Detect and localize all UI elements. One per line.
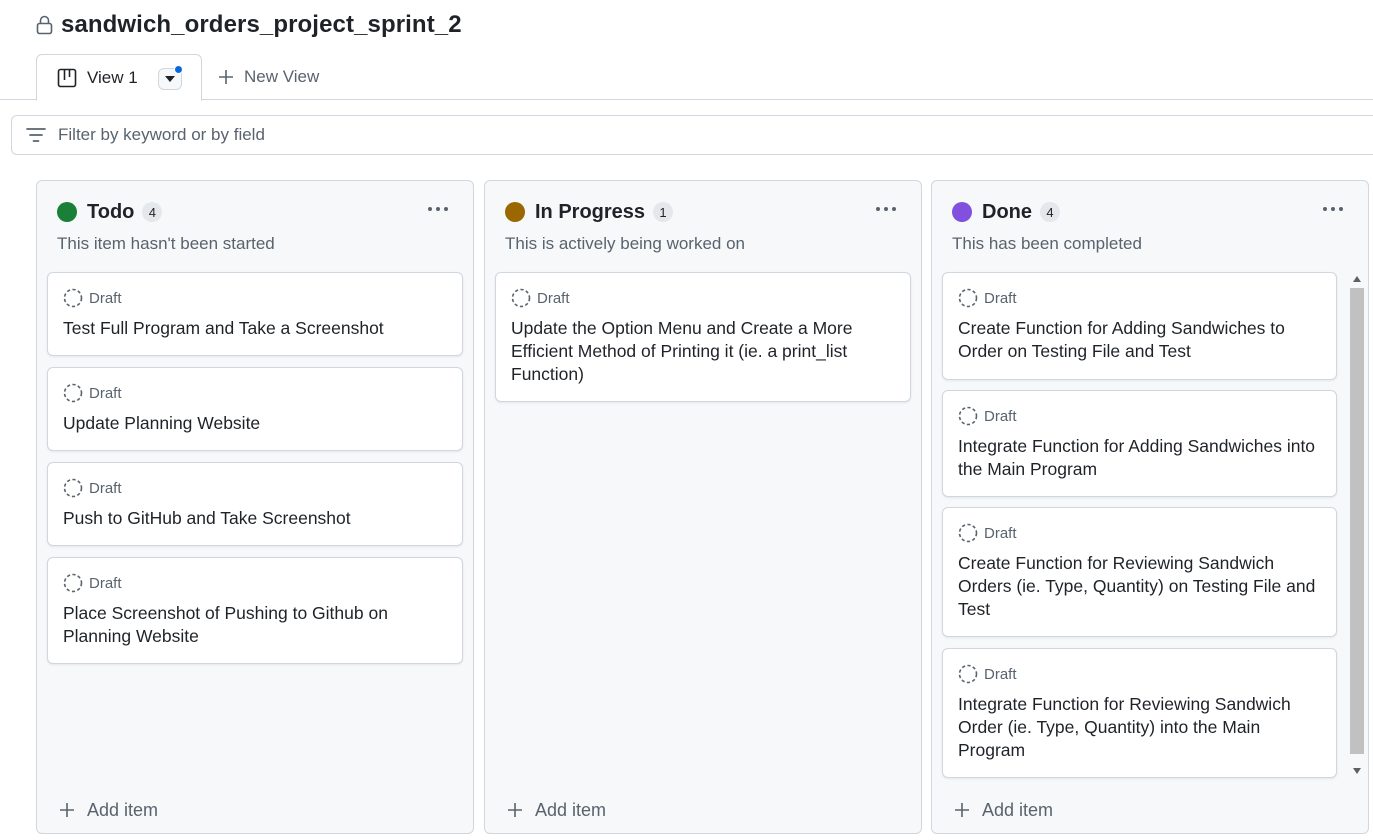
item-card[interactable]: Draft Push to GitHub and Take Screenshot bbox=[47, 462, 463, 546]
plus-icon bbox=[60, 803, 74, 817]
draft-status: Draft bbox=[63, 477, 447, 499]
column-more-button[interactable] bbox=[425, 199, 451, 219]
item-card[interactable]: Draft Update the Option Menu and Create … bbox=[495, 272, 911, 402]
item-card[interactable]: Draft Create Function for Reviewing Sand… bbox=[942, 507, 1337, 637]
draft-status: Draft bbox=[958, 522, 1321, 544]
draft-label: Draft bbox=[984, 665, 1017, 683]
column-in-progress: In Progress 1 This is actively being wor… bbox=[484, 180, 922, 834]
draft-label: Draft bbox=[984, 524, 1017, 542]
draft-status: Draft bbox=[63, 287, 447, 309]
status-dot-in-progress bbox=[505, 202, 525, 222]
item-card[interactable]: Draft Create Function for Adding Sandwic… bbox=[942, 272, 1337, 380]
add-item-button[interactable]: Add item bbox=[507, 797, 606, 823]
draft-status: Draft bbox=[63, 572, 447, 594]
card-title[interactable]: Update the Option Menu and Create a More… bbox=[511, 317, 895, 386]
scroll-down-arrow-icon[interactable] bbox=[1352, 766, 1362, 776]
card-title[interactable]: Integrate Function for Reviewing Sandwic… bbox=[958, 693, 1321, 762]
draft-status: Draft bbox=[958, 287, 1321, 309]
column-done: Done 4 This has been completed Draft Cre… bbox=[931, 180, 1369, 834]
add-item-label: Add item bbox=[982, 799, 1054, 820]
filter-bar bbox=[11, 115, 1373, 155]
draft-label: Draft bbox=[89, 384, 122, 402]
draft-status: Draft bbox=[511, 287, 895, 309]
count-badge: 1 bbox=[653, 202, 674, 222]
column-description: This item hasn't been started bbox=[57, 234, 275, 253]
card-title[interactable]: Create Function for Adding Sandwiches to… bbox=[958, 317, 1321, 363]
draft-issue-icon bbox=[511, 288, 531, 308]
column-description: This is actively being worked on bbox=[505, 234, 746, 253]
triangle-down-icon bbox=[165, 76, 175, 82]
column-header: In Progress 1 bbox=[505, 199, 674, 225]
card-title[interactable]: Place Screenshot of Pushing to Github on… bbox=[63, 602, 447, 648]
column-header: Todo 4 bbox=[57, 199, 163, 225]
item-card[interactable]: Draft Place Screenshot of Pushing to Git… bbox=[47, 557, 463, 664]
column-todo: Todo 4 This item hasn't been started Dra… bbox=[36, 180, 474, 834]
new-view-button[interactable]: New View bbox=[218, 62, 319, 92]
count-badge: 4 bbox=[142, 202, 163, 222]
add-item-label: Add item bbox=[535, 799, 607, 820]
card-title[interactable]: Create Function for Reviewing Sandwich O… bbox=[958, 552, 1321, 621]
project-header: sandwich_orders_project_sprint_2 bbox=[36, 8, 462, 42]
draft-issue-icon bbox=[63, 478, 83, 498]
kebab-horizontal-icon bbox=[1323, 207, 1343, 211]
draft-issue-icon bbox=[958, 288, 978, 308]
add-item-label: Add item bbox=[87, 799, 159, 820]
board-icon bbox=[57, 68, 77, 88]
count-badge: 4 bbox=[1040, 202, 1060, 222]
plus-icon bbox=[508, 803, 522, 817]
filter-input[interactable] bbox=[58, 125, 958, 145]
column-title: Todo bbox=[87, 200, 135, 223]
draft-label: Draft bbox=[984, 289, 1017, 307]
add-item-button[interactable]: Add item bbox=[59, 797, 158, 823]
draft-issue-icon bbox=[63, 573, 83, 593]
scroll-up-arrow-icon[interactable] bbox=[1352, 274, 1362, 284]
new-view-label: New View bbox=[244, 67, 320, 86]
card-title[interactable]: Push to GitHub and Take Screenshot bbox=[63, 507, 447, 530]
draft-status: Draft bbox=[958, 663, 1321, 685]
card-title[interactable]: Integrate Function for Adding Sandwiches… bbox=[958, 435, 1321, 481]
item-card[interactable]: Draft Test Full Program and Take a Scree… bbox=[47, 272, 463, 356]
status-dot-done bbox=[952, 202, 972, 222]
scroll-thumb[interactable] bbox=[1350, 288, 1364, 754]
column-title: In Progress bbox=[535, 200, 646, 223]
tab-label: View 1 bbox=[87, 67, 138, 87]
draft-issue-icon bbox=[958, 406, 978, 426]
draft-issue-icon bbox=[958, 664, 978, 684]
plus-icon bbox=[955, 803, 969, 817]
card-title[interactable]: Update Planning Website bbox=[63, 412, 447, 435]
draft-label: Draft bbox=[537, 289, 570, 307]
column-title: Done bbox=[982, 200, 1032, 223]
done-column-scrollbar[interactable] bbox=[1348, 270, 1365, 780]
status-dot-todo bbox=[57, 202, 77, 222]
item-card[interactable]: Draft Update Planning Website bbox=[47, 367, 463, 451]
filter-icon bbox=[26, 127, 46, 143]
column-description: This has been completed bbox=[952, 234, 1142, 253]
item-card[interactable]: Draft Integrate Function for Reviewing S… bbox=[942, 648, 1337, 778]
draft-label: Draft bbox=[984, 407, 1017, 425]
unsaved-changes-dot bbox=[174, 65, 183, 74]
draft-issue-icon bbox=[958, 523, 978, 543]
column-more-button[interactable] bbox=[1320, 199, 1346, 219]
draft-label: Draft bbox=[89, 479, 122, 497]
draft-label: Draft bbox=[89, 574, 122, 592]
column-more-button[interactable] bbox=[873, 199, 899, 219]
lock-icon bbox=[36, 15, 53, 35]
add-item-button[interactable]: Add item bbox=[954, 797, 1053, 823]
plus-icon bbox=[219, 70, 233, 84]
item-card[interactable]: Draft Integrate Function for Adding Sand… bbox=[942, 390, 1337, 497]
draft-issue-icon bbox=[63, 383, 83, 403]
card-title[interactable]: Test Full Program and Take a Screenshot bbox=[63, 317, 447, 340]
view-tabs: View 1 New View bbox=[0, 54, 1373, 101]
kebab-horizontal-icon bbox=[876, 207, 896, 211]
draft-status: Draft bbox=[63, 382, 447, 404]
draft-issue-icon bbox=[63, 288, 83, 308]
kebab-horizontal-icon bbox=[428, 207, 448, 211]
project-title: sandwich_orders_project_sprint_2 bbox=[61, 11, 462, 38]
draft-status: Draft bbox=[958, 405, 1321, 427]
column-header: Done 4 bbox=[952, 199, 1060, 225]
tab-view-1[interactable]: View 1 bbox=[36, 54, 202, 101]
draft-label: Draft bbox=[89, 289, 122, 307]
